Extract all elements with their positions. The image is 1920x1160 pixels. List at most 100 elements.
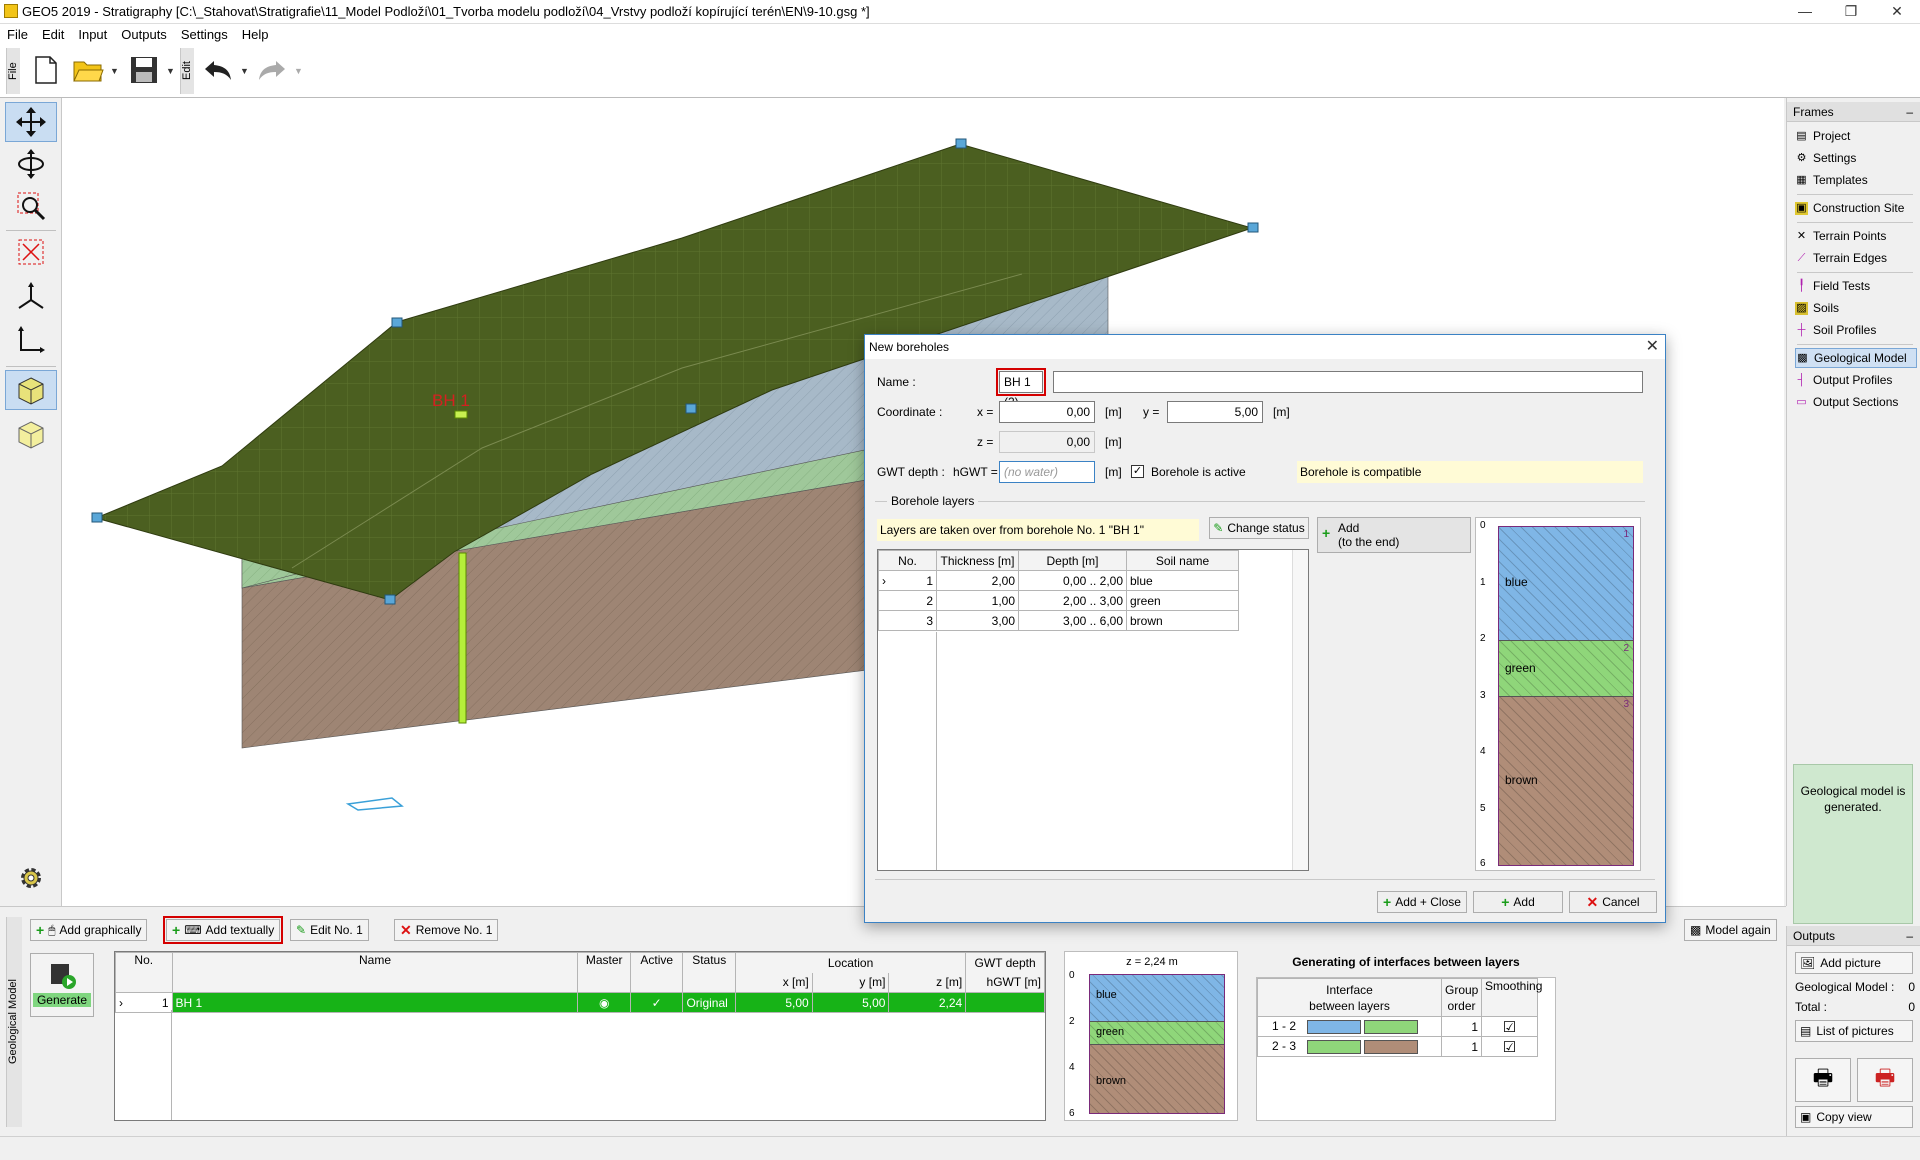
table-row[interactable]: 3 3,00 3,00 .. 6,00 brown	[878, 610, 1239, 631]
open-folder-icon[interactable]	[70, 52, 106, 88]
add-close-button[interactable]: + Add + Close	[1377, 891, 1467, 913]
tick-label: 2	[1069, 1016, 1075, 1027]
layers-scrollbar[interactable]	[1292, 550, 1308, 870]
points-icon: ✕	[1796, 229, 1807, 242]
borehole-active-label: Borehole is active	[1151, 465, 1246, 479]
save-dropdown-icon[interactable]: ▼	[166, 66, 175, 76]
table-row[interactable]: 1 - 2 1 ☑	[1257, 1016, 1538, 1037]
new-file-icon[interactable]	[28, 52, 64, 88]
smoothing-checkbox[interactable]: ☑	[1481, 1036, 1538, 1057]
model-icon: ▩	[1690, 923, 1702, 937]
frame-terrain-points[interactable]: ✕ Terrain Points	[1795, 226, 1917, 246]
y-input[interactable]: 5,00	[1167, 401, 1263, 423]
generate-button[interactable]: Generate	[30, 953, 94, 1017]
axes-2d-icon[interactable]	[5, 320, 57, 360]
table-row[interactable]: › 1 BH 1 ◉ ✓ Original 5,00 5,00 2,24	[115, 992, 1045, 1013]
axes-3d-icon[interactable]	[5, 276, 57, 316]
dialog-close-button[interactable]: ✕	[1646, 335, 1659, 359]
model-again-button[interactable]: ▩ Model again	[1684, 919, 1777, 941]
frame-output-sections[interactable]: ▭ Output Sections	[1795, 392, 1917, 412]
layer-thickness[interactable]: 2,00	[936, 570, 1019, 591]
compatible-badge: Borehole is compatible	[1297, 461, 1643, 483]
name-input-rest[interactable]	[1053, 371, 1643, 393]
menu-input[interactable]: Input	[71, 27, 114, 42]
move-view-icon[interactable]	[5, 102, 57, 142]
frame-geological-model[interactable]: ▩ Geological Model	[1795, 348, 1917, 368]
table-row[interactable]: 2 - 3 1 ☑	[1257, 1036, 1538, 1057]
menu-file[interactable]: File	[0, 27, 35, 42]
change-status-button[interactable]: ✎ Change status	[1209, 517, 1309, 539]
close-button[interactable]: ✕	[1874, 0, 1920, 24]
add-graphically-button[interactable]: + 🖱 Add graphically	[30, 919, 148, 941]
settings-gear-icon[interactable]	[5, 858, 57, 898]
restore-button[interactable]: ❐	[1828, 0, 1874, 24]
collapse-icon[interactable]: –	[1906, 926, 1913, 946]
save-icon[interactable]	[126, 52, 162, 88]
tick-label: 6	[1480, 858, 1486, 869]
add-button[interactable]: + Add	[1473, 891, 1563, 913]
minimize-button[interactable]: —	[1782, 0, 1828, 24]
print-pdf-button[interactable]: 🖶	[1857, 1058, 1913, 1102]
layer-soil[interactable]: green	[1126, 590, 1239, 611]
cancel-button[interactable]: ✕ Cancel	[1569, 891, 1657, 913]
undo-dropdown-icon[interactable]: ▼	[240, 66, 249, 76]
frame-terrain-edges[interactable]: ⟋ Terrain Edges	[1795, 248, 1917, 268]
menu-outputs[interactable]: Outputs	[114, 27, 174, 42]
table-row[interactable]: › 1 2,00 0,00 .. 2,00 blue	[878, 570, 1239, 591]
frame-construction-site[interactable]: ▣ Construction Site	[1795, 198, 1917, 218]
row-active[interactable]: ✓	[629, 992, 684, 1013]
borehole-active-checkbox[interactable]: ✓	[1131, 465, 1144, 478]
menu-settings[interactable]: Settings	[174, 27, 235, 42]
interfaces-table: Interface between layers Group order Smoot…	[1256, 977, 1556, 1121]
group-order[interactable]: 1	[1441, 1036, 1482, 1057]
frame-templates[interactable]: ▦ Templates	[1795, 170, 1917, 190]
plus-icon: +	[1322, 525, 1331, 541]
menu-bar: File Edit Input Outputs Settings Help	[0, 24, 1920, 44]
group-order[interactable]: 1	[1441, 1016, 1482, 1037]
collapse-icon[interactable]: –	[1906, 102, 1913, 122]
frame-field-tests[interactable]: ╿ Field Tests	[1795, 276, 1917, 296]
layer-no: 2	[878, 590, 937, 611]
add-to-end-button[interactable]: + Add (to the end)	[1317, 517, 1471, 553]
layer-thickness[interactable]: 1,00	[936, 590, 1019, 611]
frame-soils[interactable]: ▨ Soils	[1795, 298, 1917, 318]
name-input[interactable]: BH 1 (2)	[996, 368, 1046, 409]
rotate-view-icon[interactable]	[5, 144, 57, 184]
col-soil-name: Soil name	[1126, 550, 1239, 571]
row-master[interactable]: ◉	[577, 992, 631, 1013]
frame-settings[interactable]: ⚙ Settings	[1795, 148, 1917, 168]
frame-soil-profiles[interactable]: ┼ Soil Profiles	[1795, 320, 1917, 340]
zoom-window-icon[interactable]	[5, 186, 57, 226]
file-toolbar-tab[interactable]: File	[6, 48, 20, 94]
gwt-input[interactable]: (no water)	[999, 461, 1095, 483]
edit-button[interactable]: ✎ Edit No. 1	[290, 919, 369, 941]
list-of-pictures-button[interactable]: ▤ List of pictures	[1795, 1020, 1913, 1042]
row-y: 5,00	[811, 992, 890, 1013]
profile-layer-green: green	[1090, 1021, 1224, 1044]
view-3d-box-icon[interactable]	[5, 370, 57, 410]
row-gwt	[965, 992, 1045, 1013]
swatch-green	[1364, 1019, 1419, 1034]
undo-icon[interactable]	[200, 52, 236, 88]
add-picture-button[interactable]: 🖼 Add picture	[1795, 952, 1913, 974]
open-dropdown-icon[interactable]: ▼	[110, 66, 119, 76]
remove-button[interactable]: ✕ Remove No. 1	[394, 919, 499, 941]
edit-pencil-icon: ✎	[296, 923, 307, 937]
copy-view-button[interactable]: ▣ Copy view	[1795, 1106, 1913, 1128]
x-input[interactable]: 0,00	[999, 401, 1095, 423]
geological-model-tab[interactable]: Geological Model	[6, 917, 22, 1127]
table-row[interactable]: 2 1,00 2,00 .. 3,00 green	[878, 590, 1239, 611]
smoothing-checkbox[interactable]: ☑	[1481, 1016, 1538, 1037]
edit-toolbar-tab[interactable]: Edit	[180, 48, 194, 94]
layer-soil[interactable]: blue	[1126, 570, 1239, 591]
menu-edit[interactable]: Edit	[35, 27, 71, 42]
frame-project[interactable]: ▤ Project	[1795, 126, 1917, 146]
view-3d-wire-icon[interactable]	[5, 414, 57, 454]
layer-thickness[interactable]: 3,00	[936, 610, 1019, 631]
zoom-extents-icon[interactable]	[5, 232, 57, 272]
menu-help[interactable]: Help	[235, 27, 276, 42]
add-textually-button[interactable]: + ⌨ Add textually	[162, 916, 284, 944]
print-button[interactable]: 🖶	[1795, 1058, 1851, 1102]
layer-soil[interactable]: brown	[1126, 610, 1239, 631]
frame-output-profiles[interactable]: ┤ Output Profiles	[1795, 370, 1917, 390]
